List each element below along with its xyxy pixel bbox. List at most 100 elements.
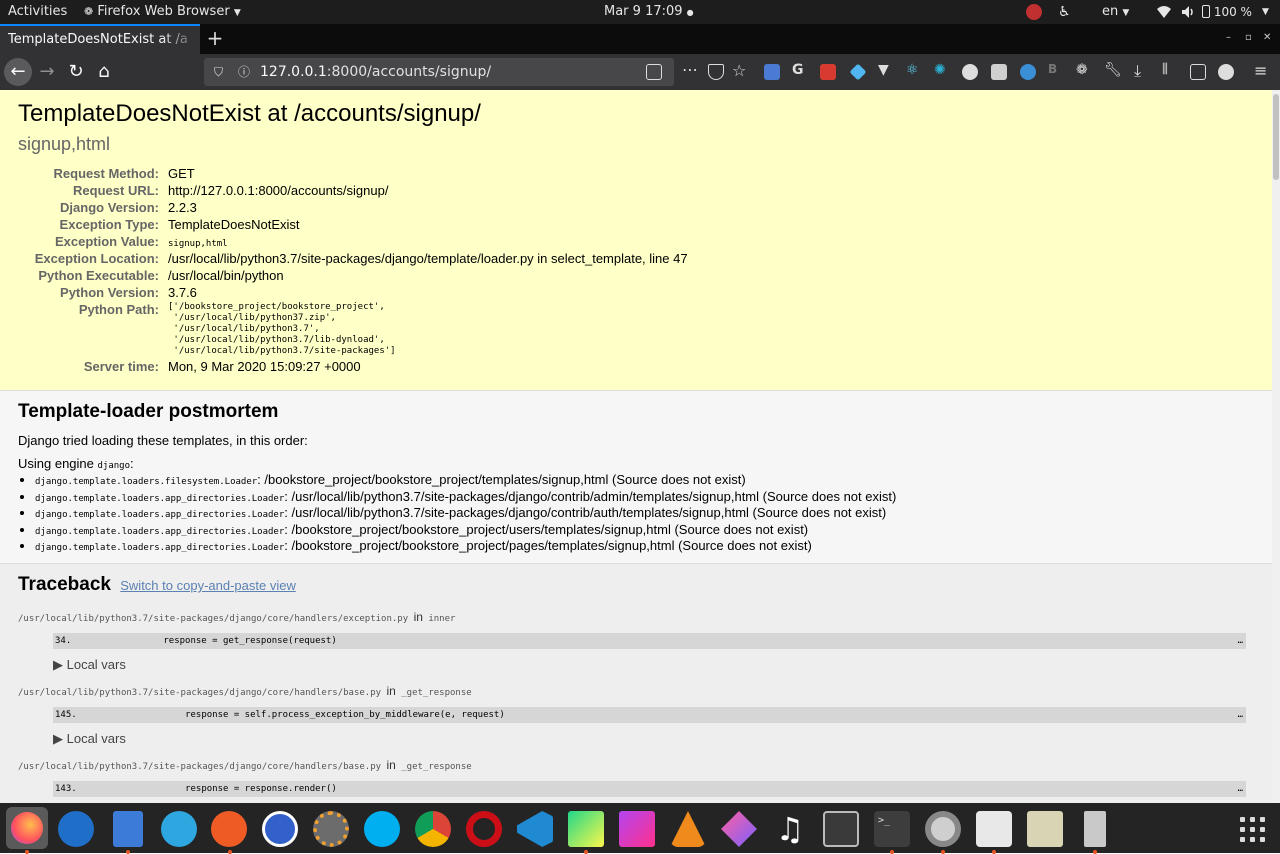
system-monitor-icon[interactable] xyxy=(823,811,859,847)
language-menu[interactable]: en ▼ xyxy=(1102,0,1129,24)
image-viewer-icon[interactable] xyxy=(976,811,1012,847)
page-scrollbar[interactable] xyxy=(1272,90,1280,803)
text-editor-icon[interactable] xyxy=(1027,811,1063,847)
meta-row: Exception Type: TemplateDoesNotExist xyxy=(59,217,300,232)
accessibility-icon[interactable]: ♿︎ xyxy=(1058,4,1074,20)
page-title: TemplateDoesNotExist at /accounts/signup… xyxy=(18,100,481,127)
vue-devtools-icon[interactable]: ▼ xyxy=(878,62,894,78)
system-top-bar: Activities ❁ Firefox Web Browser ▼ Mar 9… xyxy=(0,0,1280,24)
back-button[interactable]: ← xyxy=(4,58,32,86)
volume-icon[interactable] xyxy=(1180,4,1196,20)
tab-strip: TemplateDoesNotExist at /a + – ▫ ✕ xyxy=(0,24,1280,54)
react-devtools-icon[interactable]: ⚛ xyxy=(906,62,922,78)
kite-icon[interactable] xyxy=(721,811,757,847)
simplenote-icon[interactable] xyxy=(262,811,298,847)
show-applications-button[interactable] xyxy=(1240,817,1266,843)
page-actions-icon[interactable]: ⋯ xyxy=(682,60,698,79)
local-vars-toggle[interactable]: ▶ Local vars xyxy=(53,731,1254,747)
new-tab-button[interactable]: + xyxy=(204,28,226,50)
files-icon[interactable] xyxy=(113,811,143,847)
frame-file: /usr/local/lib/python3.7/site-packages/d… xyxy=(18,610,456,624)
diamond-icon[interactable] xyxy=(849,63,867,81)
page-content: TemplateDoesNotExist at /accounts/signup… xyxy=(0,90,1272,803)
mail-extension-icon[interactable] xyxy=(991,64,1007,80)
postmortem-intro: Django tried loading these templates, in… xyxy=(18,433,308,448)
telegram-icon[interactable] xyxy=(161,811,197,847)
music-icon[interactable]: ♫ xyxy=(772,811,808,847)
copy-paste-view-link[interactable]: Switch to copy-and-paste view xyxy=(120,578,296,593)
ad-blocker-icon[interactable] xyxy=(962,64,978,80)
grammarly-icon[interactable]: G xyxy=(792,62,808,78)
python-path: ['/bookstore_project/bookstore_project',… xyxy=(168,302,396,356)
skype-icon[interactable] xyxy=(364,811,400,847)
library-icon[interactable]: ⫼ xyxy=(1162,62,1178,78)
chrome-icon[interactable] xyxy=(415,811,451,847)
battery-label: 100 % xyxy=(1213,5,1252,19)
reader-view-icon[interactable] xyxy=(646,64,662,80)
scrollbar-thumb[interactable] xyxy=(1273,94,1279,180)
chevron-down-icon: ▼ xyxy=(1122,8,1130,18)
wifi-icon[interactable] xyxy=(1156,4,1172,20)
settings-icon[interactable] xyxy=(313,811,349,847)
translate-icon[interactable] xyxy=(764,64,780,80)
phpstorm-icon[interactable] xyxy=(619,811,655,847)
network-extension-icon[interactable]: ✺ xyxy=(934,62,950,78)
tab-active[interactable]: TemplateDoesNotExist at /a xyxy=(0,24,200,54)
menu-icon[interactable]: ≡ xyxy=(1254,61,1270,80)
firefox-icon[interactable] xyxy=(6,807,48,849)
expand-context-button[interactable]: … xyxy=(1238,781,1243,797)
paw-icon[interactable]: ❁ xyxy=(1076,62,1092,78)
notification-icon[interactable] xyxy=(1026,4,1042,20)
traceback-frame: /usr/local/lib/python3.7/site-packages/d… xyxy=(18,758,1254,797)
restore-icon[interactable]: ▫ xyxy=(1245,32,1252,43)
minimize-icon[interactable]: – xyxy=(1226,32,1231,43)
context-line[interactable]: 145. response = self.process_exception_b… xyxy=(53,707,1246,723)
extension-b-icon[interactable]: B xyxy=(1048,62,1064,78)
list-item: django.template.loaders.app_directories.… xyxy=(35,522,1254,540)
dock: ♫ >_ xyxy=(0,803,1280,854)
meta-row: Exception Location:/usr/local/lib/python… xyxy=(34,251,688,266)
pycharm-icon[interactable] xyxy=(568,811,604,847)
clock[interactable]: Mar 9 17:09 ● xyxy=(604,0,694,24)
expand-context-button[interactable]: … xyxy=(1238,633,1243,649)
meta-row: Request URL: http://127.0.0.1:8000/accoun… xyxy=(73,183,389,198)
extension-blue-icon[interactable] xyxy=(1020,64,1036,80)
screenshot-icon[interactable] xyxy=(820,64,836,80)
battery-indicator[interactable]: 100 % xyxy=(1202,0,1252,24)
info-icon: ⓘ xyxy=(238,65,251,79)
chevron-down-icon[interactable]: ▼ xyxy=(1262,4,1278,20)
frame-file: /usr/local/lib/python3.7/site-packages/d… xyxy=(18,684,472,698)
activities-button[interactable]: Activities xyxy=(8,0,67,24)
thunderbird-icon[interactable] xyxy=(58,811,94,847)
engine-line: Using engine django: xyxy=(18,456,134,471)
meta-row: Python Version: 3.7.6 xyxy=(60,285,197,300)
close-icon[interactable]: ✕ xyxy=(1263,32,1271,43)
account-icon[interactable] xyxy=(1218,64,1234,80)
usb-drive-icon[interactable] xyxy=(1084,811,1106,847)
home-button[interactable]: ⌂ xyxy=(90,58,118,86)
traceback-frame: /usr/local/lib/python3.7/site-packages/d… xyxy=(18,684,1254,747)
wrench-icon[interactable]: 🔧︎ xyxy=(1104,62,1122,78)
vlc-icon[interactable] xyxy=(670,811,706,847)
app-menu[interactable]: ❁ Firefox Web Browser ▼ xyxy=(84,0,241,24)
postman-icon[interactable] xyxy=(211,811,247,847)
expand-context-button[interactable]: … xyxy=(1238,707,1243,723)
forward-button[interactable]: → xyxy=(33,58,61,86)
url-bar[interactable]: ⛉ ⓘ 127.0.0.1:8000/accounts/signup/ xyxy=(204,58,674,86)
vscode-icon[interactable] xyxy=(517,811,553,847)
sidebar-icon[interactable] xyxy=(1190,64,1206,80)
navigation-toolbar: ← → ↻ ⌂ ⛉ ⓘ 127.0.0.1:8000/accounts/sign… xyxy=(0,54,1280,90)
bookmark-star-icon[interactable]: ☆ xyxy=(732,61,748,80)
disk-utility-icon[interactable] xyxy=(925,811,961,847)
download-icon[interactable]: ⤓ xyxy=(1134,61,1150,80)
traceback-heading: Traceback Switch to copy-and-paste view xyxy=(18,574,296,595)
opera-icon[interactable] xyxy=(466,811,502,847)
pocket-icon[interactable] xyxy=(708,64,724,80)
local-vars-toggle[interactable]: ▶ Local vars xyxy=(53,657,1254,673)
notification-dot-icon: ● xyxy=(686,8,694,17)
terminal-icon[interactable]: >_ xyxy=(874,811,910,847)
context-line[interactable]: 143. response = response.render()… xyxy=(53,781,1246,797)
context-line[interactable]: 34. response = get_response(request)… xyxy=(53,633,1246,649)
error-summary: TemplateDoesNotExist at /accounts/signup… xyxy=(0,90,1272,391)
reload-button[interactable]: ↻ xyxy=(62,58,90,86)
